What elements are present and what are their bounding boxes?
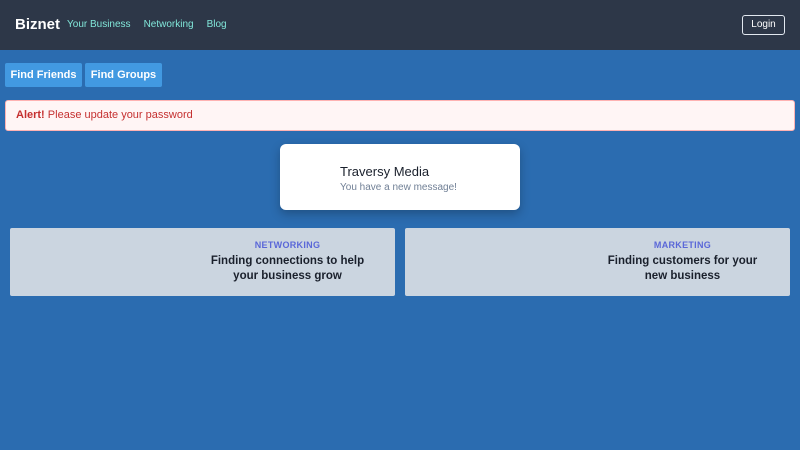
- alert-label: Alert!: [16, 109, 45, 121]
- feature-tag: NETWORKING: [254, 240, 321, 250]
- top-navbar: Biznet Your Business Networking Blog Log…: [0, 0, 800, 50]
- message-text: You have a new message!: [340, 182, 457, 193]
- feature-tag: MARKETING: [653, 240, 712, 250]
- password-alert: Alert! Please update your password: [5, 100, 795, 131]
- feature-card-networking: NETWORKING Finding connections to help y…: [10, 228, 395, 296]
- alert-message: Please update your password: [47, 109, 193, 121]
- nav-link-networking[interactable]: Networking: [144, 19, 194, 30]
- login-button[interactable]: Login: [742, 15, 785, 35]
- brand-logo[interactable]: Biznet: [15, 16, 60, 33]
- feature-text: Finding connections to help your busines…: [210, 255, 365, 282]
- find-groups-button[interactable]: Find Groups: [85, 63, 162, 87]
- message-card[interactable]: Traversy Media You have a new message!: [280, 144, 520, 210]
- nav-link-your-business[interactable]: Your Business: [67, 19, 131, 30]
- nav-links: Your Business Networking Blog: [67, 19, 240, 30]
- find-friends-button[interactable]: Find Friends: [5, 63, 82, 87]
- nav-link-blog[interactable]: Blog: [207, 19, 227, 30]
- feature-card-marketing: MARKETING Finding customers for your new…: [405, 228, 790, 296]
- feature-text: Finding customers for your new business: [607, 255, 758, 282]
- message-sender: Traversy Media: [340, 164, 430, 179]
